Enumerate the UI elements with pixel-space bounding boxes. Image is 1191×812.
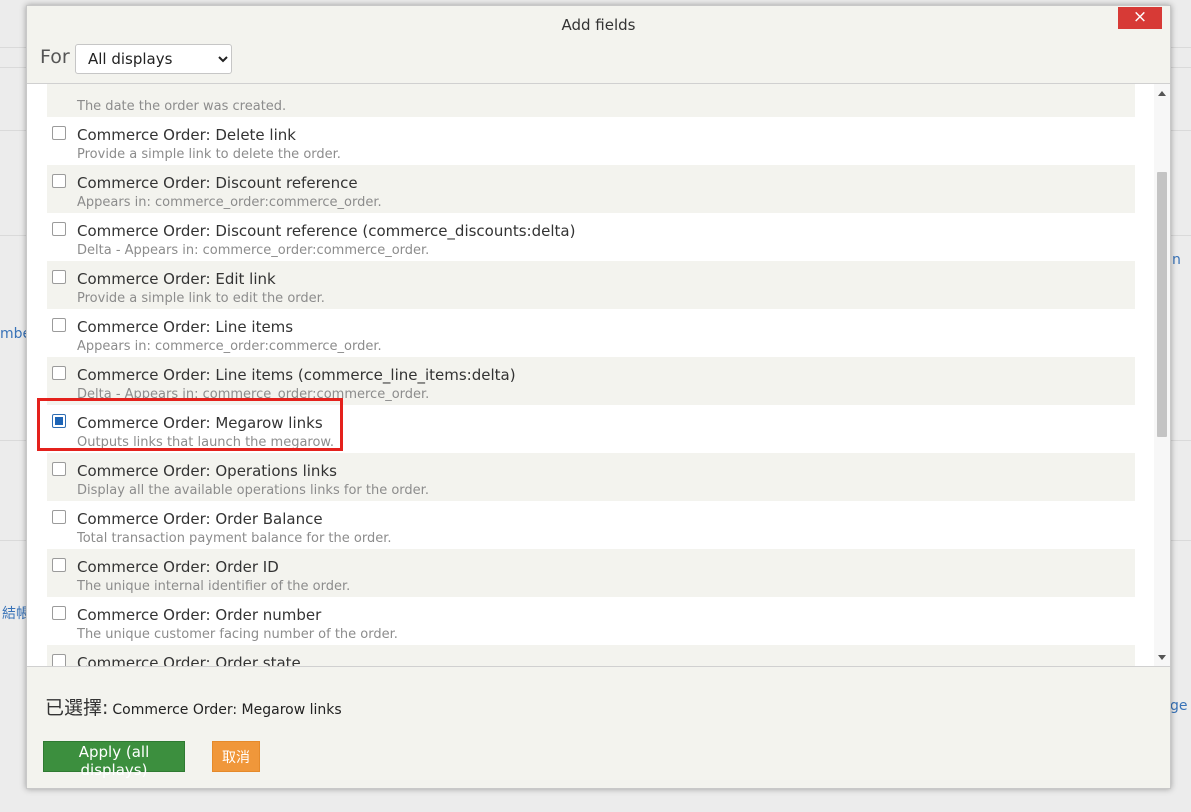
- field-row[interactable]: Commerce Order: Order stateThe workflow …: [47, 645, 1135, 666]
- selected-summary: 已選擇: Commerce Order: Megarow links: [45, 693, 342, 720]
- field-description: The unique internal identifier of the or…: [77, 579, 351, 594]
- close-button[interactable]: ×: [1118, 7, 1162, 29]
- field-checkbox[interactable]: [52, 366, 66, 380]
- dialog-title: Add fields: [561, 16, 636, 34]
- scroll-up-icon[interactable]: [1158, 91, 1166, 96]
- display-select[interactable]: All displays: [75, 44, 232, 74]
- fields-scroll-area[interactable]: The date the order was created. Commerce …: [27, 83, 1170, 667]
- field-description: Total transaction payment balance for th…: [77, 531, 392, 546]
- field-title[interactable]: Commerce Order: Delete link: [77, 126, 296, 144]
- field-row[interactable]: Commerce Order: Edit link Provide a simpl…: [47, 261, 1135, 309]
- field-title[interactable]: Commerce Order: Megarow links: [77, 414, 323, 432]
- field-row[interactable]: Commerce Order: Line items (commerce_lin…: [47, 357, 1135, 405]
- field-checkbox[interactable]: [52, 510, 66, 524]
- field-description: The date the order was created.: [77, 99, 287, 114]
- field-title[interactable]: Commerce Order: Discount reference (comm…: [77, 222, 575, 240]
- field-checkbox[interactable]: [52, 126, 66, 140]
- scroll-down-icon[interactable]: [1158, 655, 1166, 660]
- field-checkbox[interactable]: [52, 462, 66, 476]
- field-checkbox[interactable]: [52, 654, 66, 666]
- bg-fragment: n: [1172, 252, 1181, 268]
- selected-label: 已選擇:: [45, 697, 109, 719]
- field-description: Outputs links that launch the megarow.: [77, 435, 334, 450]
- field-list: The date the order was created. Commerce …: [37, 84, 1135, 666]
- field-description: Delta - Appears in: commerce_order:comme…: [77, 243, 430, 258]
- field-description: Appears in: commerce_order:commerce_orde…: [77, 195, 382, 210]
- field-title[interactable]: Commerce Order: Edit link: [77, 270, 276, 288]
- field-title[interactable]: Commerce Order: Order Balance: [77, 510, 323, 528]
- field-row[interactable]: Commerce Order: Discount reference (comm…: [47, 213, 1135, 261]
- field-title[interactable]: Commerce Order: Discount reference: [77, 174, 358, 192]
- field-row[interactable]: Commerce Order: Order number The unique c…: [47, 597, 1135, 645]
- field-checkbox[interactable]: [52, 222, 66, 236]
- bg-fragment: ge: [1170, 698, 1188, 714]
- apply-button[interactable]: Apply (all displays): [43, 741, 185, 779]
- selected-value: Commerce Order: Megarow links: [112, 702, 342, 718]
- field-description: The unique customer facing number of the…: [77, 627, 398, 642]
- field-row[interactable]: The date the order was created.: [47, 84, 1135, 117]
- field-description: Provide a simple link to edit the order.: [77, 291, 325, 306]
- cancel-button[interactable]: 取消: [212, 741, 260, 772]
- vertical-scrollbar[interactable]: [1154, 84, 1170, 666]
- dialog-titlebar: Add fields: [27, 6, 1170, 44]
- field-description: Delta - Appears in: commerce_order:comme…: [77, 387, 430, 402]
- field-checkbox[interactable]: [52, 558, 66, 572]
- for-label: For: [40, 46, 70, 68]
- field-checkbox[interactable]: [52, 318, 66, 332]
- field-row[interactable]: Commerce Order: Delete link Provide a sim…: [47, 117, 1135, 165]
- field-row[interactable]: Commerce Order: Order ID The unique inter…: [47, 549, 1135, 597]
- field-description: Display all the available operations lin…: [77, 483, 429, 498]
- field-checkbox[interactable]: [52, 174, 66, 188]
- field-title[interactable]: Commerce Order: Line items (commerce_lin…: [77, 366, 516, 384]
- close-icon: ×: [1132, 7, 1148, 27]
- field-row[interactable]: Commerce Order: Operations links Display …: [47, 453, 1135, 501]
- field-title[interactable]: Commerce Order: Line items: [77, 318, 293, 336]
- field-checkbox[interactable]: [52, 414, 66, 428]
- field-row[interactable]: Commerce Order: Megarow links Outputs lin…: [37, 398, 1135, 453]
- field-row[interactable]: Commerce Order: Line items Appears in: co…: [47, 309, 1135, 357]
- field-checkbox[interactable]: [52, 606, 66, 620]
- scroll-thumb[interactable]: [1157, 172, 1167, 437]
- field-title[interactable]: Commerce Order: Order state: [77, 654, 301, 666]
- field-row[interactable]: Commerce Order: Discount reference Appear…: [47, 165, 1135, 213]
- field-description: Provide a simple link to delete the orde…: [77, 147, 341, 162]
- field-title[interactable]: Commerce Order: Operations links: [77, 462, 337, 480]
- field-title[interactable]: Commerce Order: Order number: [77, 606, 321, 624]
- add-fields-dialog: Add fields × For All displays The date t…: [26, 5, 1171, 789]
- field-description: Appears in: commerce_order:commerce_orde…: [77, 339, 382, 354]
- field-title[interactable]: Commerce Order: Order ID: [77, 558, 279, 576]
- field-checkbox[interactable]: [52, 270, 66, 284]
- field-row[interactable]: Commerce Order: Order Balance Total trans…: [47, 501, 1135, 549]
